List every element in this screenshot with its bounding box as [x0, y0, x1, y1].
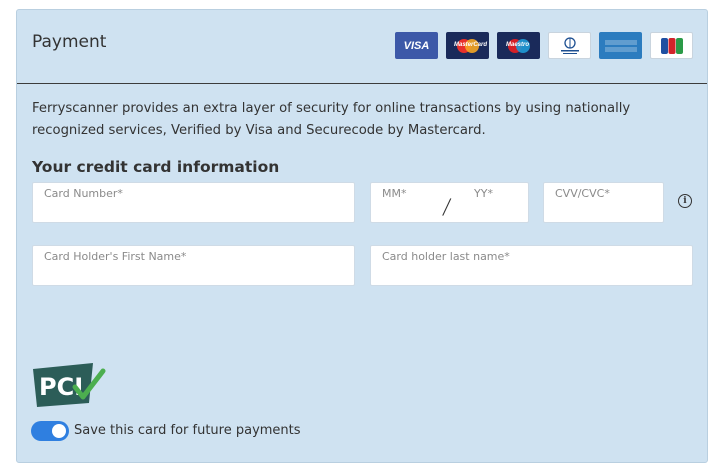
- jcb-logo-icon: [650, 32, 693, 59]
- maestro-logo-icon: Maestro: [497, 32, 540, 59]
- toggle-knob: [52, 424, 66, 438]
- security-intro-text: Ferryscanner provides an extra layer of …: [32, 101, 631, 138]
- save-card-toggle[interactable]: [31, 421, 69, 441]
- first-name-field[interactable]: Card Holder's First Name*: [32, 245, 355, 286]
- cvv-field[interactable]: CVV/CVC*: [543, 182, 664, 223]
- first-name-placeholder: Card Holder's First Name*: [44, 250, 187, 263]
- cvv-info-icon[interactable]: i: [678, 194, 692, 208]
- visa-logo-icon: VISA: [395, 32, 438, 59]
- expiry-year-placeholder: YY*: [474, 187, 493, 200]
- payment-title: Payment: [32, 32, 107, 52]
- accepted-cards: VISA MasterCard Maestro: [395, 32, 693, 59]
- expiry-date-field[interactable]: MM* / YY*: [370, 182, 529, 223]
- pci-compliance-logo-icon: PCI: [33, 363, 106, 407]
- card-number-placeholder: Card Number*: [44, 187, 123, 200]
- cvv-placeholder: CVV/CVC*: [555, 187, 610, 200]
- expiry-month-placeholder: MM*: [382, 187, 407, 200]
- save-card-label: Save this card for future payments: [74, 423, 301, 438]
- last-name-placeholder: Card holder last name*: [382, 250, 510, 263]
- payment-panel: Payment VISA MasterCard Maestro Ferrysca…: [16, 9, 708, 463]
- last-name-field[interactable]: Card holder last name*: [370, 245, 693, 286]
- credit-card-section-title: Your credit card information: [32, 158, 280, 176]
- card-number-field[interactable]: Card Number*: [32, 182, 355, 223]
- american-express-logo-icon: [599, 32, 642, 59]
- payment-header: Payment VISA MasterCard Maestro: [17, 10, 707, 84]
- expiry-separator: /: [441, 194, 453, 221]
- diners-club-logo-icon: [548, 32, 591, 59]
- mastercard-logo-icon: MasterCard: [446, 32, 489, 59]
